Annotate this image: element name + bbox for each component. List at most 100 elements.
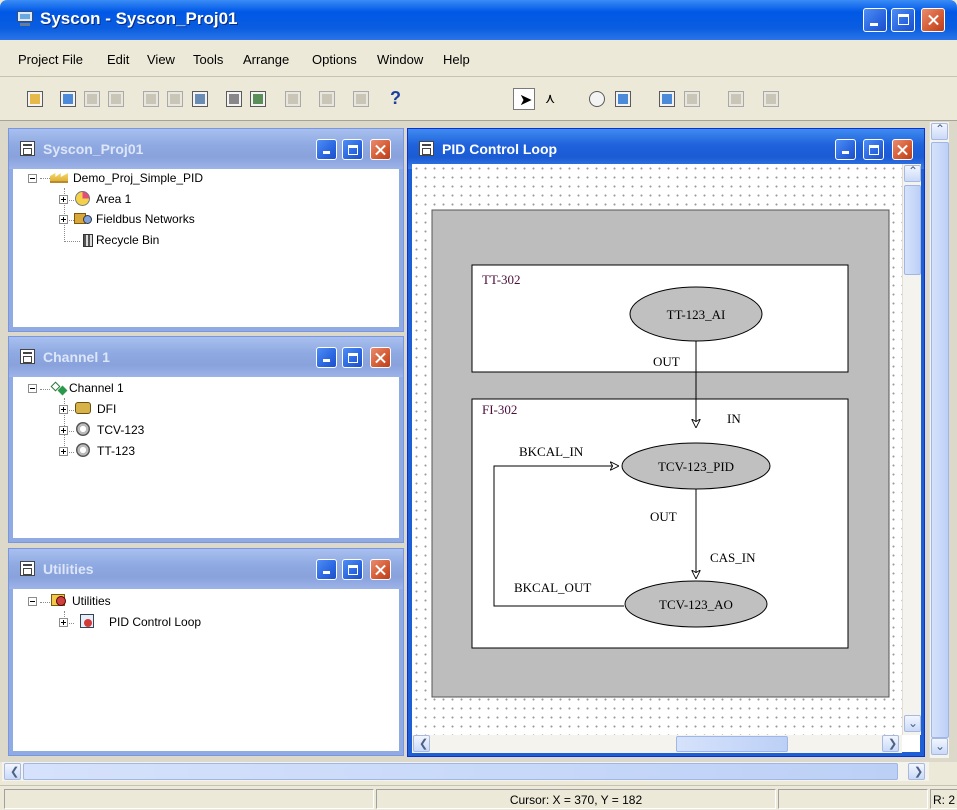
toolbar-link-icon[interactable] <box>350 88 372 110</box>
tree-expand-toggle[interactable] <box>59 195 68 204</box>
maximize-icon <box>869 145 879 155</box>
menu-window[interactable]: Window <box>377 52 423 67</box>
mdi-vertical-scrollbar[interactable]: ⌃ ⌄ <box>929 122 949 758</box>
menu-bar <box>0 40 957 72</box>
tree-item-label[interactable]: Recycle Bin <box>96 233 159 247</box>
port-in-label: IN <box>727 411 741 426</box>
menu-view[interactable]: View <box>147 52 175 67</box>
maximize-button[interactable] <box>891 8 915 32</box>
utilities-window-title-bar[interactable]: Utilities <box>9 549 403 589</box>
menu-project-file[interactable]: Project File <box>18 52 83 67</box>
tree-collapse-toggle[interactable] <box>28 597 37 606</box>
pid-close-button[interactable] <box>892 139 913 160</box>
window-icon <box>20 141 35 156</box>
toolbar-cut-icon[interactable] <box>140 88 162 110</box>
scroll-left-button[interactable]: ❮ <box>413 735 430 752</box>
tree-item-label[interactable]: DFI <box>97 402 116 416</box>
pid-window-title-bar[interactable]: PID Control Loop <box>408 129 924 169</box>
menu-edit[interactable]: Edit <box>107 52 129 67</box>
project-minimize-button[interactable] <box>316 139 337 160</box>
toolbar-tag-icon[interactable] <box>612 88 634 110</box>
utilities-minimize-button[interactable] <box>316 559 337 580</box>
tree-item-label[interactable]: Area 1 <box>96 192 131 206</box>
toolbar-move-icon[interactable] <box>164 88 186 110</box>
tree-expand-toggle[interactable] <box>59 405 68 414</box>
toolbar-paste-icon[interactable] <box>105 88 127 110</box>
pid-vertical-scrollbar[interactable]: ⌃ ⌄ <box>902 164 921 735</box>
port-bkcal-in-label: BKCAL_IN <box>519 444 584 459</box>
scroll-thumb[interactable] <box>676 736 788 752</box>
pid-horizontal-scrollbar[interactable]: ❮ ❯ <box>412 735 902 753</box>
port-cas-in-label: CAS_IN <box>710 550 756 565</box>
channel-icon <box>50 380 68 396</box>
toolbar-open-icon[interactable] <box>57 88 79 110</box>
toolbar-tree-icon[interactable] <box>725 88 747 110</box>
port-out-label: OUT <box>650 509 677 524</box>
tree-item-label[interactable]: Channel 1 <box>69 381 124 395</box>
status-panel-right: R: 2 <box>930 789 957 809</box>
tree-expand-toggle[interactable] <box>59 426 68 435</box>
tree-item-label[interactable]: Demo_Proj_Simple_PID <box>73 171 203 185</box>
close-button[interactable] <box>921 8 945 32</box>
toolbar-paste-block-icon[interactable] <box>681 88 703 110</box>
toolbar-pointer-icon[interactable]: ➤ <box>513 88 535 110</box>
project-close-button[interactable] <box>370 139 391 160</box>
toolbar-properties-icon[interactable] <box>189 88 211 110</box>
menu-options[interactable]: Options <box>312 52 357 67</box>
utilities-close-button[interactable] <box>370 559 391 580</box>
scroll-up-button[interactable]: ⌃ <box>931 122 948 140</box>
scroll-thumb[interactable] <box>904 185 921 275</box>
toolbar-grid-icon[interactable] <box>247 88 269 110</box>
app-title-bar[interactable]: Syscon - Syscon_Proj01 <box>0 0 957 40</box>
toolbar-stack-icon[interactable] <box>316 88 338 110</box>
minimize-icon <box>323 571 330 574</box>
tree-item-label[interactable]: Utilities <box>72 594 111 608</box>
scroll-down-button[interactable]: ⌄ <box>931 738 948 755</box>
channel-window: Channel 1 <box>8 336 404 543</box>
minimize-button[interactable] <box>863 8 887 32</box>
scroll-left-button[interactable]: ❮ <box>4 763 21 780</box>
chevron-left-icon: ❮ <box>419 738 429 750</box>
channel-close-button[interactable] <box>370 347 391 368</box>
toolbar-help-icon[interactable]: ? <box>384 88 406 110</box>
diagram-canvas[interactable]: TT-302 FI-302 TT-123_AI TCV-123_PID TCV-… <box>412 164 902 735</box>
toolbar-text-icon[interactable] <box>586 88 608 110</box>
scroll-right-button[interactable]: ❯ <box>882 735 899 752</box>
pid-maximize-button[interactable] <box>863 139 884 160</box>
toolbar-layout-icon[interactable] <box>760 88 782 110</box>
status-bar: Cursor: X = 370, Y = 182 R: 2 <box>0 785 957 810</box>
menu-arrange[interactable]: Arrange <box>243 52 289 67</box>
tree-expand-toggle[interactable] <box>59 215 68 224</box>
scroll-thumb[interactable] <box>931 142 949 738</box>
toolbar-block-icon[interactable] <box>282 88 304 110</box>
tree-collapse-toggle[interactable] <box>28 384 37 393</box>
menu-help[interactable]: Help <box>443 52 470 67</box>
project-window-title-bar[interactable]: Syscon_Proj01 <box>9 129 403 169</box>
channel-minimize-button[interactable] <box>316 347 337 368</box>
toolbar-copy-block-icon[interactable] <box>656 88 678 110</box>
channel-window-title: Channel 1 <box>43 349 110 365</box>
mdi-horizontal-scrollbar[interactable]: ❮ ❯ <box>2 762 929 781</box>
channel-window-title-bar[interactable]: Channel 1 <box>9 337 403 377</box>
utilities-maximize-button[interactable] <box>342 559 363 580</box>
toolbar-copy-icon[interactable] <box>81 88 103 110</box>
tree-item-label[interactable]: Fieldbus Networks <box>96 212 195 226</box>
scroll-down-button[interactable]: ⌄ <box>904 715 921 732</box>
scroll-up-button[interactable]: ⌃ <box>904 164 921 182</box>
tree-item-label[interactable]: TT-123 <box>97 444 135 458</box>
tree-item-label[interactable]: TCV-123 <box>97 423 144 437</box>
toolbar-connect-icon[interactable]: ⋏ <box>541 88 563 110</box>
tree-expand-toggle[interactable] <box>59 618 68 627</box>
menu-tools[interactable]: Tools <box>193 52 223 67</box>
project-maximize-button[interactable] <box>342 139 363 160</box>
pid-minimize-button[interactable] <box>835 139 856 160</box>
toolbar-new-icon[interactable] <box>24 88 46 110</box>
scroll-right-button[interactable]: ❯ <box>908 763 925 780</box>
tree-item-label[interactable]: PID Control Loop <box>109 615 201 629</box>
chevron-left-icon: ❮ <box>10 766 20 778</box>
tree-collapse-toggle[interactable] <box>28 174 37 183</box>
channel-maximize-button[interactable] <box>342 347 363 368</box>
toolbar-print-icon[interactable] <box>223 88 245 110</box>
tree-expand-toggle[interactable] <box>59 447 68 456</box>
scroll-thumb[interactable] <box>23 763 898 780</box>
